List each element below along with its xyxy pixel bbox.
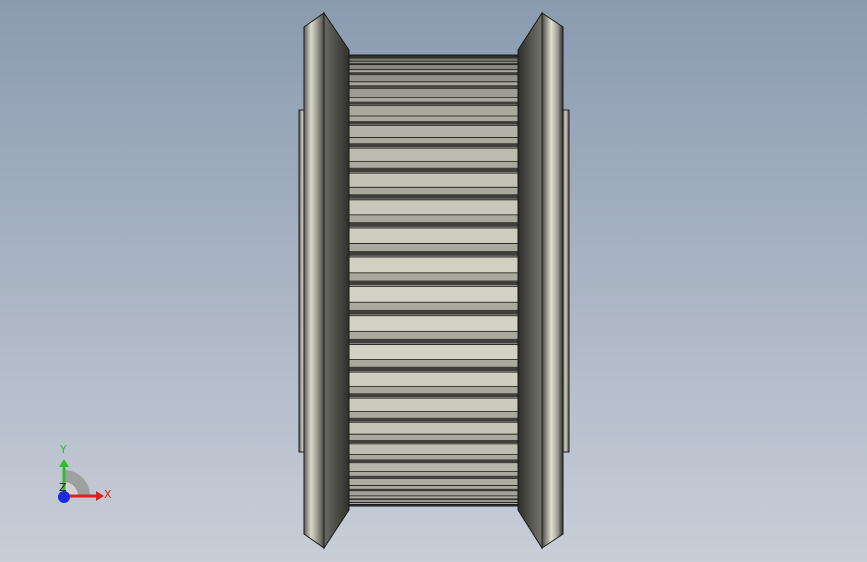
x-axis-label: X xyxy=(104,488,112,501)
tooth-groove xyxy=(348,62,518,65)
pulley-model[interactable] xyxy=(0,0,867,562)
tooth-land xyxy=(348,125,518,138)
tooth-groove xyxy=(348,72,518,75)
tooth-land xyxy=(348,75,518,82)
y-axis-arrow xyxy=(59,459,69,467)
x-axis-arrow xyxy=(96,491,104,501)
tooth-groove xyxy=(348,393,518,398)
tooth-groove xyxy=(348,222,518,227)
z-axis-label: Z xyxy=(59,481,67,494)
tooth-land xyxy=(348,478,518,486)
tooth-groove xyxy=(348,167,518,172)
tooth-groove xyxy=(348,251,518,256)
tooth-land xyxy=(348,422,518,434)
tooth-groove xyxy=(348,194,518,199)
tooth-land xyxy=(348,372,518,386)
tooth-groove xyxy=(348,338,518,344)
pulley-teeth xyxy=(347,54,519,507)
tooth-land xyxy=(348,105,518,116)
tooth-groove xyxy=(348,280,518,286)
axis-triad[interactable]: X Y Z xyxy=(44,440,124,510)
tooth-land xyxy=(348,148,518,161)
tooth-land xyxy=(348,444,518,454)
left-flange-bevel xyxy=(323,11,350,550)
tooth-land xyxy=(348,499,518,503)
tooth-land xyxy=(348,345,518,359)
tooth-land xyxy=(348,228,518,243)
tooth-land xyxy=(348,463,518,472)
tooth-groove xyxy=(348,309,518,315)
tooth-groove xyxy=(348,85,518,88)
tooth-groove xyxy=(348,417,518,422)
tooth-groove xyxy=(348,475,518,478)
right-flange-face xyxy=(541,12,564,549)
tooth-land xyxy=(348,398,518,411)
tooth-land xyxy=(348,200,518,215)
tooth-land xyxy=(348,490,518,496)
graphics-viewport[interactable]: X Y Z xyxy=(0,0,867,562)
tooth-land xyxy=(348,286,518,302)
right-flange-bevel xyxy=(517,11,543,550)
tooth-groove xyxy=(348,101,518,105)
tooth-land xyxy=(348,316,518,331)
y-axis-label: Y xyxy=(59,443,67,456)
tooth-groove xyxy=(348,488,518,491)
tooth-land xyxy=(348,173,518,187)
tooth-land xyxy=(348,257,518,273)
tooth-land xyxy=(348,58,518,62)
tooth-groove xyxy=(348,143,518,148)
tooth-land xyxy=(348,64,518,70)
tooth-groove xyxy=(348,439,518,444)
tooth-groove xyxy=(348,366,518,372)
tooth-groove xyxy=(348,459,518,463)
tooth-groove xyxy=(348,121,518,125)
tooth-land xyxy=(348,88,518,98)
left-flange-face xyxy=(303,12,325,549)
